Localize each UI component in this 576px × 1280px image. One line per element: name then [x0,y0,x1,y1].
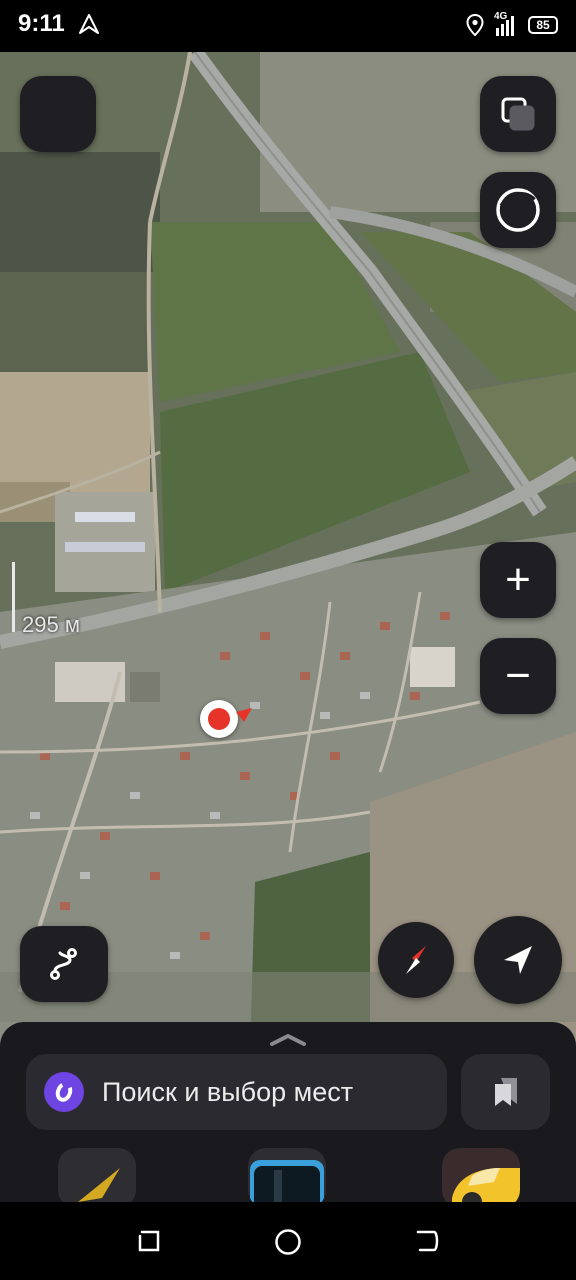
route-icon [50,948,77,980]
navigation-arrow-icon [504,946,532,974]
taxi-shortcut[interactable] [442,1148,520,1208]
location-icon [466,14,484,36]
layers-button[interactable] [480,76,556,152]
marker-pointer-icon [236,708,252,722]
status-time: 9:11 [18,10,65,37]
battery-level: 85 [536,18,550,32]
signal-icon: 4G [494,12,518,36]
sheet-handle-icon[interactable] [268,1032,308,1048]
zoom-out-label: − [505,651,531,700]
recents-icon[interactable] [136,1228,162,1254]
system-navbar [0,1202,576,1280]
battery-icon: 85 [528,16,558,34]
navigator-shortcut[interactable] [58,1148,136,1208]
location-marker[interactable] [200,700,238,738]
scale-bar [12,562,15,632]
profile-icon [496,188,540,232]
home-icon[interactable] [274,1228,302,1256]
taxi-icon [452,1168,520,1208]
bookmarks-icon [494,1078,517,1106]
bottom-sheet[interactable]: Поиск и выбор мест [0,1022,576,1208]
location-marker-dot [208,708,230,730]
compass-button[interactable] [378,922,454,998]
alice-icon[interactable] [44,1072,84,1112]
bookmarks-button[interactable] [461,1054,550,1130]
transit-shortcut[interactable] [248,1148,326,1208]
transit-icon [250,1160,324,1208]
menu-button[interactable] [20,76,96,152]
profile-button[interactable] [480,172,556,248]
search-bar[interactable]: Поиск и выбор мест [26,1054,447,1130]
back-icon[interactable] [414,1228,440,1254]
routes-button[interactable] [20,926,108,1002]
status-icons: 4G 85 [466,12,558,38]
navigator-icon [78,1168,120,1202]
layers-icon [501,97,535,131]
compass-icon [406,946,426,974]
search-placeholder: Поиск и выбор мест [102,1076,354,1107]
navigation-arrow-icon [79,14,99,34]
scale-label: 295 м [22,612,80,637]
zoom-in-button[interactable]: + [480,542,556,618]
my-location-button[interactable] [474,916,562,1004]
status-bar: 9:11 4G 85 [0,0,576,52]
zoom-in-label: + [505,555,531,604]
zoom-out-button[interactable]: − [480,638,556,714]
